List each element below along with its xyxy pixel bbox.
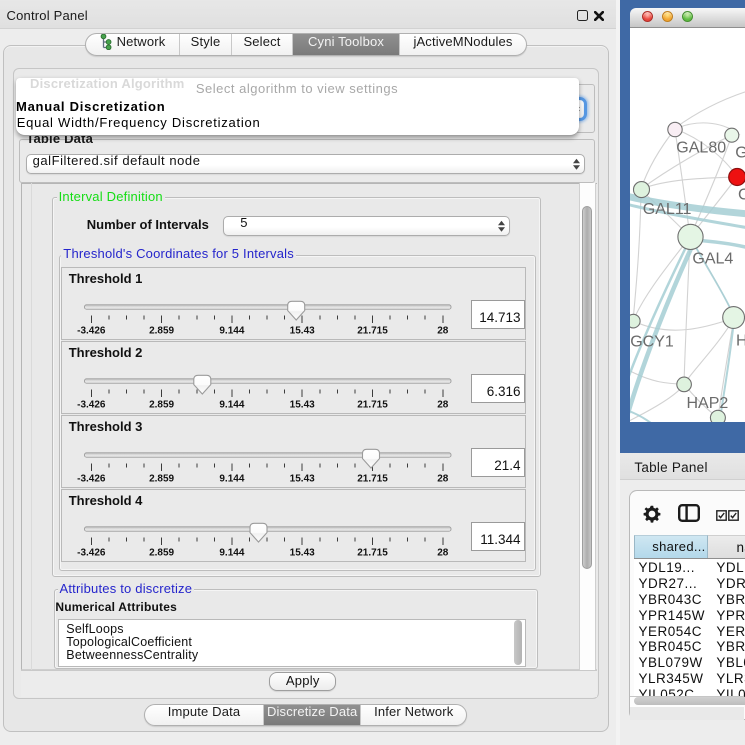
svg-text:15.43: 15.43: [289, 474, 314, 485]
svg-text:21.715: 21.715: [357, 548, 388, 559]
svg-text:28: 28: [437, 474, 449, 485]
svg-text:9.144: 9.144: [219, 400, 244, 411]
svg-text:HAP2: HAP2: [687, 395, 729, 412]
svg-text:9.144: 9.144: [219, 326, 244, 337]
svg-text:CD: CD: [738, 186, 745, 203]
svg-text:15.43: 15.43: [289, 326, 314, 337]
svg-text:-3.426: -3.426: [77, 474, 106, 485]
svg-text:-3.426: -3.426: [77, 548, 106, 559]
svg-text:GAL80: GAL80: [676, 139, 726, 156]
svg-text:21.715: 21.715: [357, 400, 388, 411]
svg-text:21.715: 21.715: [357, 474, 388, 485]
svg-text:2.859: 2.859: [149, 400, 174, 411]
svg-text:2.859: 2.859: [149, 548, 174, 559]
svg-text:9.144: 9.144: [219, 548, 244, 559]
svg-text:GAL1: GAL1: [735, 145, 745, 162]
svg-text:GAL11: GAL11: [643, 201, 692, 218]
svg-text:-3.426: -3.426: [77, 326, 106, 337]
svg-text:2.859: 2.859: [149, 326, 174, 337]
svg-text:HIS: HIS: [736, 332, 745, 349]
svg-text:28: 28: [437, 548, 449, 559]
svg-text:9.144: 9.144: [219, 474, 244, 485]
svg-text:-3.426: -3.426: [77, 400, 106, 411]
svg-text:15.43: 15.43: [289, 400, 314, 411]
svg-text:2.859: 2.859: [149, 474, 174, 485]
svg-text:21.715: 21.715: [357, 326, 388, 337]
svg-text:GAL4: GAL4: [692, 251, 733, 268]
svg-text:28: 28: [437, 400, 449, 411]
svg-text:28: 28: [437, 326, 449, 337]
svg-text:GCY1: GCY1: [630, 334, 674, 351]
svg-text:15.43: 15.43: [289, 548, 314, 559]
